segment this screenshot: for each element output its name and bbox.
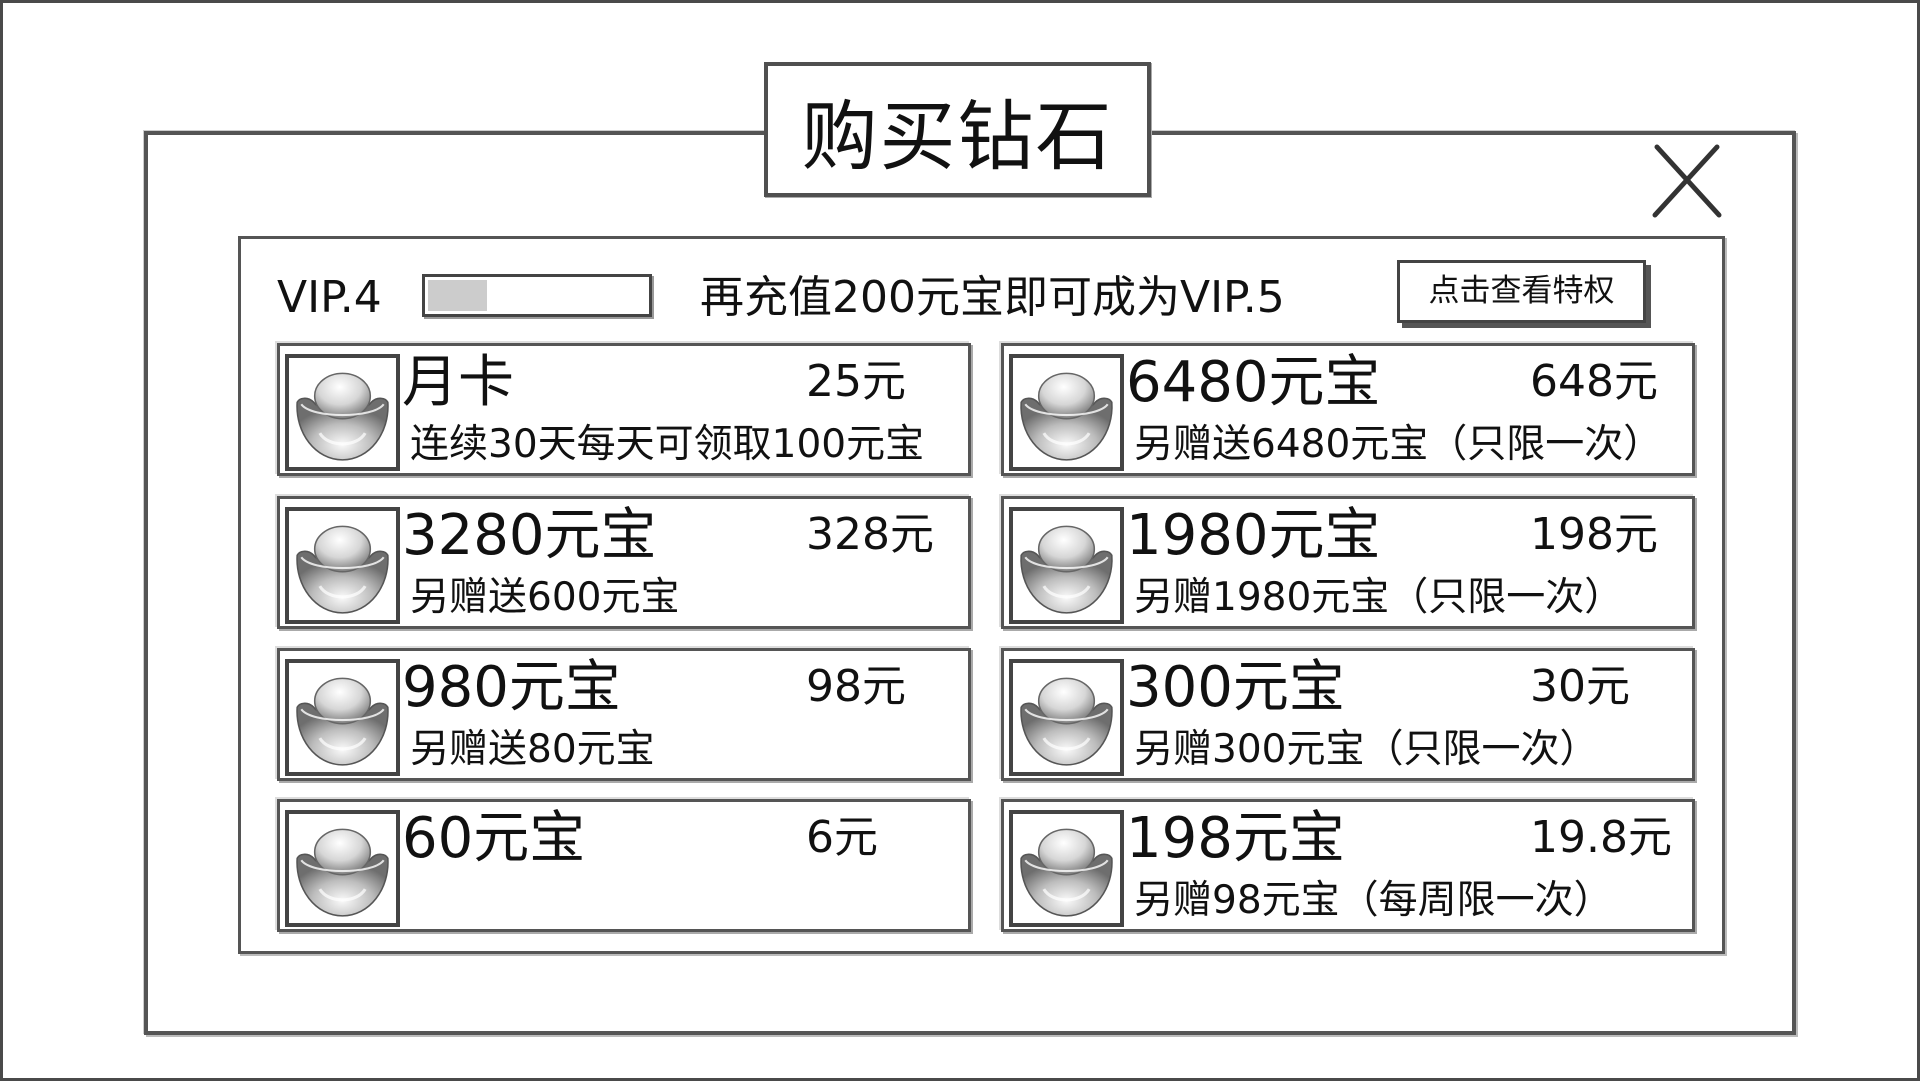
close-icon (1652, 144, 1722, 218)
product-price: 19.8元 (1530, 812, 1672, 863)
product-description: 另赠1980元宝（只限一次） (1134, 575, 1624, 620)
dialog-title: 购买钻石 (801, 91, 1114, 181)
product-price: 98元 (806, 661, 906, 712)
product-description: 另赠送600元宝 (410, 575, 680, 620)
product-thumbnail (285, 659, 400, 776)
product-card[interactable]: 980元宝 98元 另赠送80元宝 (277, 648, 971, 781)
product-name: 60元宝 (402, 806, 586, 871)
product-description: 另赠98元宝（每周限一次） (1134, 878, 1613, 923)
vip-upgrade-hint: 再充值200元宝即可成为VIP.5 (700, 272, 1285, 323)
gold-ingot-icon (296, 828, 389, 917)
product-price: 328元 (806, 509, 934, 560)
product-name: 6480元宝 (1126, 350, 1381, 415)
product-thumbnail (1009, 507, 1124, 624)
gold-ingot-icon (296, 525, 389, 614)
product-thumbnail (285, 810, 400, 927)
product-thumbnail (1009, 354, 1124, 471)
vip-progress-bar (422, 274, 652, 317)
product-description: 另赠300元宝（只限一次） (1134, 727, 1599, 772)
view-privileges-button[interactable]: 点击查看特权 (1397, 260, 1646, 323)
product-thumbnail (285, 354, 400, 471)
product-card[interactable]: 300元宝 30元 另赠300元宝（只限一次） (1001, 648, 1695, 781)
product-thumbnail (285, 507, 400, 624)
product-card[interactable]: 1980元宝 198元 另赠1980元宝（只限一次） (1001, 496, 1695, 629)
product-name: 980元宝 (402, 655, 621, 720)
product-card[interactable]: 月卡 25元 连续30天每天可领取100元宝 (277, 343, 971, 476)
product-price: 30元 (1530, 661, 1630, 712)
gold-ingot-icon (296, 372, 389, 461)
product-thumbnail (1009, 659, 1124, 776)
product-card[interactable]: 3280元宝 328元 另赠送600元宝 (277, 496, 971, 629)
product-price: 648元 (1530, 356, 1658, 407)
gold-ingot-icon (1020, 828, 1113, 917)
product-card[interactable]: 6480元宝 648元 另赠送6480元宝（只限一次） (1001, 343, 1695, 476)
product-price: 6元 (806, 812, 878, 863)
product-description: 另赠送80元宝 (410, 727, 655, 772)
product-description: 另赠送6480元宝（只限一次） (1134, 422, 1663, 467)
product-thumbnail (1009, 810, 1124, 927)
product-price: 198元 (1530, 509, 1658, 560)
product-description: 连续30天每天可领取100元宝 (410, 422, 925, 467)
close-button[interactable] (1651, 143, 1723, 219)
product-price: 25元 (806, 356, 906, 407)
product-card[interactable]: 198元宝 19.8元 另赠98元宝（每周限一次） (1001, 799, 1695, 932)
gold-ingot-icon (1020, 372, 1113, 461)
product-name: 300元宝 (1126, 655, 1345, 720)
vip-progress-fill (428, 280, 487, 311)
gold-ingot-icon (1020, 677, 1113, 766)
product-card[interactable]: 60元宝 6元 (277, 799, 971, 932)
gold-ingot-icon (1020, 525, 1113, 614)
product-name: 198元宝 (1126, 806, 1345, 871)
gold-ingot-icon (296, 677, 389, 766)
product-name: 月卡 (402, 350, 514, 415)
vip-level-label: VIP.4 (277, 272, 382, 323)
product-name: 3280元宝 (402, 503, 657, 568)
dialog-title-box: 购买钻石 (764, 62, 1151, 197)
product-name: 1980元宝 (1126, 503, 1381, 568)
game-screen: 购买钻石 VIP.4 再充值200元宝即可成为VIP.5 点击查看特权 月卡 2… (0, 0, 1920, 1081)
